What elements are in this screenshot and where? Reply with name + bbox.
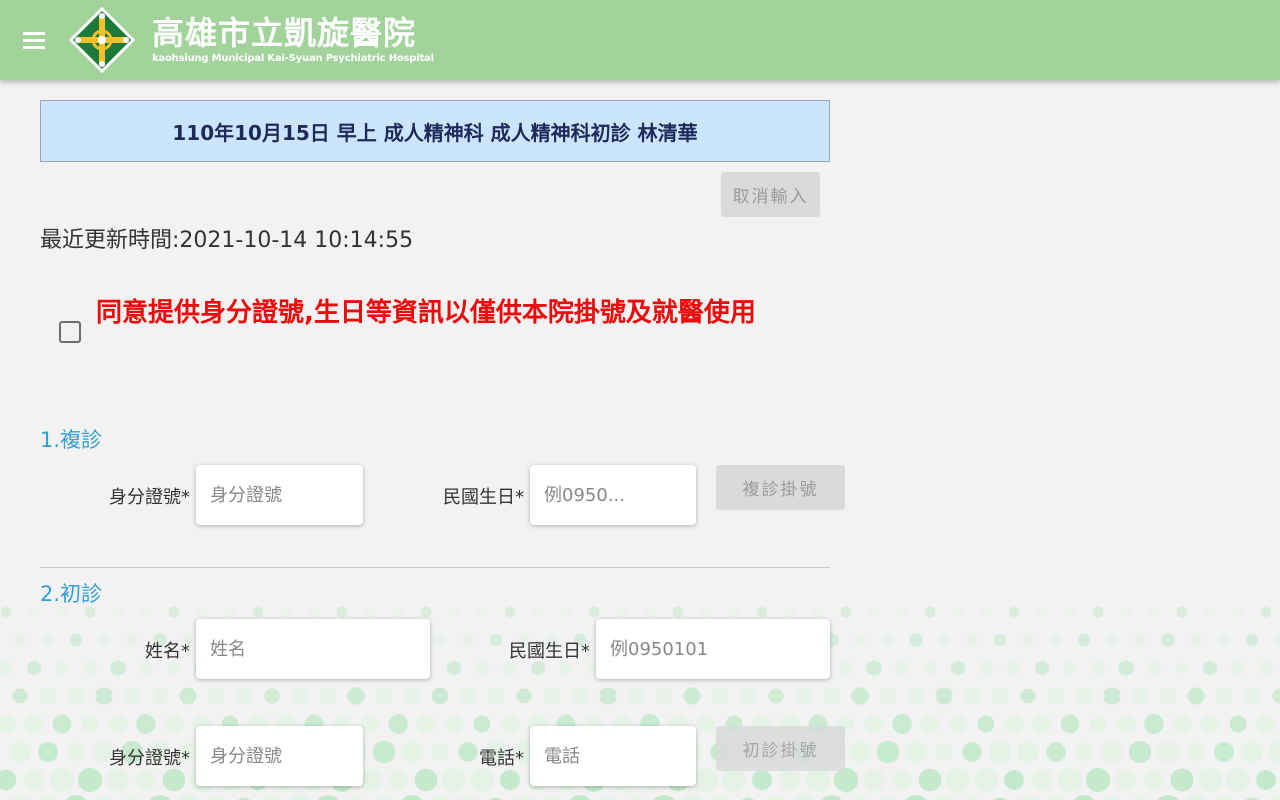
hospital-subtitle: kaohsiung Municipal Kai-Syuan Psychiatri… (152, 53, 434, 64)
hospital-logo-icon (68, 6, 136, 74)
first-visit-phone-input[interactable] (530, 726, 696, 786)
first-visit-birthday-input[interactable] (596, 619, 830, 679)
consent-text: 同意提供身分證號,生日等資訊以僅供本院掛號及就醫使用 (96, 298, 756, 328)
first-visit-name-label: 姓名* (145, 641, 190, 662)
consent-checkbox[interactable] (59, 321, 81, 343)
revisit-register-button[interactable]: 複診掛號 (716, 465, 845, 510)
first-visit-id-label: 身分證號* (109, 748, 190, 769)
appointment-banner: 110年10月15日 早上 成人精神科 成人精神科初診 林清華 (40, 100, 830, 162)
main-content: 110年10月15日 早上 成人精神科 成人精神科初診 林清華 取消輸入 最近更… (0, 0, 1280, 800)
revisit-section-title: 1.複診 (40, 428, 103, 452)
revisit-birthday-label: 民國生日* (443, 487, 524, 508)
first-visit-birthday-label: 民國生日* (509, 641, 590, 662)
revisit-id-input[interactable] (196, 465, 363, 525)
cancel-input-button[interactable]: 取消輸入 (721, 172, 820, 217)
revisit-id-label: 身分證號* (109, 487, 190, 508)
section-divider (40, 567, 830, 568)
hamburger-menu-icon[interactable] (20, 30, 48, 52)
first-visit-name-input[interactable] (196, 619, 430, 679)
first-visit-section-title: 2.初診 (40, 582, 103, 606)
last-updated-text: 最近更新時間:2021-10-14 10:14:55 (40, 228, 414, 253)
first-visit-phone-label: 電話* (479, 748, 524, 769)
first-visit-id-input[interactable] (196, 726, 363, 786)
revisit-birthday-input[interactable] (530, 465, 696, 525)
first-visit-register-button[interactable]: 初診掛號 (716, 726, 845, 771)
app-header: 高雄市立凱旋醫院 kaohsiung Municipal Kai-Syuan P… (0, 0, 1280, 80)
hospital-name: 高雄市立凱旋醫院 (152, 14, 417, 52)
